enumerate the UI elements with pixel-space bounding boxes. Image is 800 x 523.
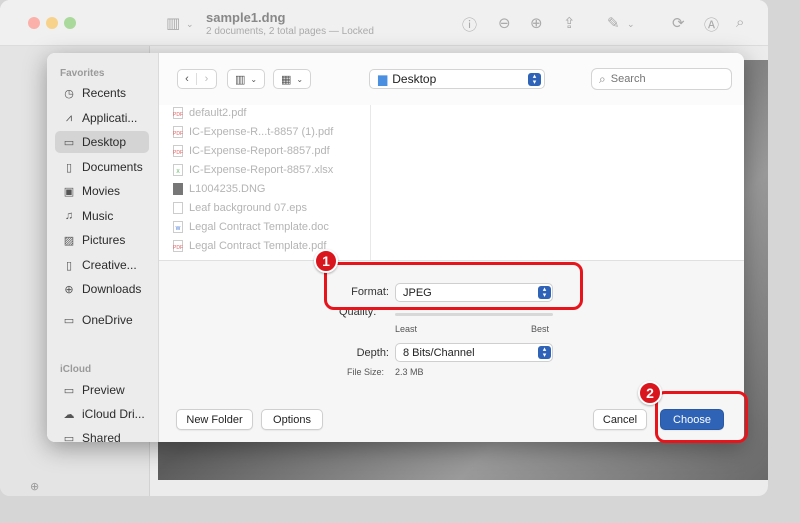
share-icon[interactable]: ⇪	[563, 14, 576, 32]
document-title: sample1.dng	[206, 10, 286, 25]
depth-popup[interactable]: 8 Bits/Channel ▴ ▾	[395, 343, 553, 362]
sidebar-item-recents[interactable]: ◷ Recents	[55, 82, 149, 104]
search-input[interactable]	[610, 73, 721, 85]
list-item[interactable]: Leaf background 07.eps	[173, 202, 307, 214]
pdf-icon: PDF	[173, 145, 183, 157]
forward-chevron-icon[interactable]: ›	[197, 73, 216, 85]
location-popup[interactable]: ▆ Desktop ▴ ▾	[369, 69, 545, 89]
icloud-section-label: iCloud	[60, 364, 92, 375]
cancel-button[interactable]: Cancel	[593, 409, 647, 430]
sidebar-item-pictures[interactable]: ▨ Pictures	[55, 229, 149, 251]
sidebar-item-shared[interactable]: ▭ Shared	[55, 427, 149, 442]
cloud-icon: ☁	[63, 408, 75, 421]
annotation-highlight-choose	[655, 391, 748, 443]
picture-icon: ▨	[63, 234, 75, 247]
preview-titlebar: ▥ ⌄ sample1.dng 2 documents, 2 total pag…	[0, 0, 768, 46]
zoom-out-icon[interactable]: ⊖	[498, 14, 511, 32]
group-by-button[interactable]: ▦ ⌄	[273, 69, 311, 89]
zoom-window-button[interactable]	[64, 17, 76, 29]
dialog-toolbar: ‹ › ▥ ⌄ ▦ ⌄ ▆ Desktop ▴ ▾ ⌕	[159, 53, 744, 105]
minimize-window-button[interactable]	[46, 17, 58, 29]
sidebar-item-applications[interactable]: ⩘ Applicati...	[55, 107, 149, 129]
document-subtitle: 2 documents, 2 total pages — Locked	[206, 26, 374, 37]
folder-icon: ▭	[63, 314, 75, 327]
sidebar-item-downloads[interactable]: ⊕ Downloads	[55, 278, 149, 300]
list-item[interactable]: W Legal Contract Template.doc	[173, 221, 329, 233]
file-preview-column	[372, 105, 744, 260]
popup-stepper-icon: ▴ ▾	[528, 73, 541, 86]
annotation-badge-1: 1	[314, 249, 338, 273]
dialog-sidebar: Favorites ◷ Recents ⩘ Applicati... ▭ Deskto…	[47, 53, 159, 442]
chevron-down-icon: ⌄	[250, 74, 258, 84]
favorites-section-label: Favorites	[60, 68, 105, 79]
search-icon: ⌕	[599, 71, 606, 86]
file-list: PDF default2.pdf PDF IC-Expense-R...t-8857…	[159, 105, 371, 260]
add-icon[interactable]: ⊕	[30, 480, 39, 493]
desktop-icon: ▭	[63, 136, 75, 149]
annotation-badge-2: 2	[638, 381, 662, 405]
columns-view-icon: ▥	[235, 73, 246, 86]
info-icon[interactable]: ⓘ	[462, 14, 477, 35]
options-button[interactable]: Options	[261, 409, 323, 430]
shared-folder-icon: ▭	[63, 432, 75, 443]
sidebar-item-documents[interactable]: ▯ Documents	[55, 156, 149, 178]
sidebar-item-desktop[interactable]: ▭ Desktop	[55, 131, 149, 153]
image-icon	[173, 183, 183, 195]
music-note-icon: ♫	[64, 210, 74, 222]
clock-icon: ◷	[64, 87, 74, 100]
chevron-down-icon[interactable]: ⌄	[186, 19, 194, 30]
rotate-icon[interactable]: ⟳	[672, 14, 685, 32]
download-icon: ⊕	[64, 283, 74, 296]
chevron-down-icon[interactable]: ⌄	[627, 19, 635, 30]
sidebar-item-creative[interactable]: ▯ Creative...	[55, 254, 149, 276]
depth-label: Depth:	[356, 347, 389, 359]
folder-icon: ▆	[378, 72, 388, 86]
document-icon	[173, 202, 183, 214]
quality-least-label: Least	[395, 324, 418, 334]
applications-icon: ⩘	[65, 111, 73, 124]
list-item[interactable]: L1004235.DNG	[173, 183, 265, 195]
markup-icon[interactable]: Ⓐ	[704, 14, 719, 35]
view-mode-button[interactable]: ▥ ⌄	[227, 69, 265, 89]
sidebar-item-music[interactable]: ♫ Music	[55, 205, 149, 227]
sidebar-item-movies[interactable]: ▣ Movies	[55, 180, 149, 202]
word-icon: W	[173, 221, 183, 233]
sidebar-item-onedrive[interactable]: ▭ OneDrive	[55, 309, 149, 331]
pdf-icon: PDF	[173, 107, 183, 119]
search-field[interactable]: ⌕	[591, 68, 732, 90]
search-icon[interactable]: ⌕	[736, 14, 744, 31]
list-item[interactable]: PDF default2.pdf	[173, 107, 247, 119]
sidebar-item-icloud-drive[interactable]: ☁ iCloud Dri...	[55, 403, 149, 425]
film-icon: ▣	[63, 185, 75, 198]
spreadsheet-icon: X	[173, 164, 183, 176]
chevron-down-icon: ⌄	[296, 74, 304, 84]
list-item[interactable]: PDF IC-Expense-R...t-8857 (1).pdf	[173, 126, 333, 138]
grid-icon: ▦	[281, 73, 292, 86]
document-icon: ▯	[65, 259, 73, 272]
popup-stepper-icon: ▴ ▾	[538, 346, 551, 359]
file-size-value: 2.3 MB	[395, 367, 424, 377]
sidebar-toggle-icon[interactable]: ▥	[166, 14, 180, 32]
pdf-icon: PDF	[173, 240, 183, 252]
back-chevron-icon[interactable]: ‹	[178, 73, 197, 85]
annotation-highlight-format	[324, 262, 583, 310]
quality-slider[interactable]	[395, 313, 553, 316]
choose-dialog: Favorites ◷ Recents ⩘ Applicati... ▭ Deskto…	[47, 53, 744, 442]
folder-icon: ▭	[63, 384, 75, 397]
close-window-button[interactable]	[28, 17, 40, 29]
zoom-in-icon[interactable]: ⊕	[530, 14, 543, 32]
list-item[interactable]: PDF IC-Expense-Report-8857.pdf	[173, 145, 330, 157]
file-size-label: File Size:	[347, 367, 385, 377]
list-item[interactable]: PDF Legal Contract Template.pdf	[173, 240, 326, 252]
list-item[interactable]: X IC-Expense-Report-8857.xlsx	[173, 164, 333, 176]
document-icon: ▯	[65, 161, 73, 174]
quality-best-label: Best	[531, 324, 550, 334]
markup-pen-icon[interactable]: ✎	[607, 14, 620, 32]
new-folder-button[interactable]: New Folder	[176, 409, 253, 430]
back-forward-control: ‹ ›	[177, 69, 217, 89]
sidebar-item-preview[interactable]: ▭ Preview	[55, 379, 149, 401]
pdf-icon: PDF	[173, 126, 183, 138]
